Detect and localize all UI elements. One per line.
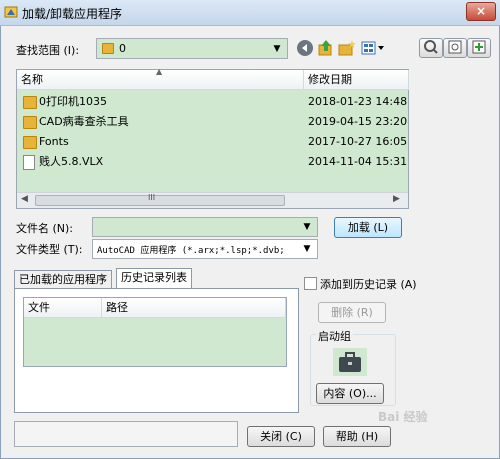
search-icon[interactable] — [443, 38, 467, 58]
folder-icon — [23, 136, 37, 149]
app-icon — [4, 5, 18, 19]
new-folder-icon[interactable] — [338, 39, 356, 57]
history-panel: 文件 路径 — [14, 288, 299, 413]
back-icon[interactable] — [296, 39, 314, 57]
filetype-label: 文件类型 (T): — [16, 243, 83, 256]
file-name: Fonts — [39, 135, 69, 148]
close-button[interactable]: 关闭 (C) — [247, 426, 315, 447]
list-item[interactable]: 0打印机1035 2018-01-23 14:48 — [17, 92, 408, 112]
file-date: 2019-04-15 23:20 — [308, 115, 408, 128]
tab-loaded-apps[interactable]: 已加载的应用程序 — [14, 270, 112, 289]
contents-button[interactable]: 内容 (O)... — [316, 383, 384, 404]
watermark: Bai 经验 — [378, 410, 428, 424]
chevron-down-icon[interactable]: ▼ — [269, 41, 285, 57]
scroll-grip: III — [148, 193, 156, 202]
history-list[interactable]: 文件 路径 — [23, 297, 287, 367]
chevron-down-icon[interactable]: ▼ — [299, 219, 315, 235]
column-header-path[interactable]: 路径 — [102, 298, 286, 318]
list-item[interactable]: Fonts 2017-10-27 16:05 — [17, 132, 408, 152]
startup-group-label: 启动组 — [316, 328, 353, 344]
load-button[interactable]: 加载 (L) — [334, 217, 402, 238]
tab-strip: 已加载的应用程序 历史记录列表 — [14, 268, 214, 290]
column-header-date[interactable]: 修改日期 — [304, 70, 409, 90]
file-name: CAD病毒查杀工具 — [39, 115, 129, 128]
briefcase-icon[interactable] — [333, 348, 367, 376]
list-item[interactable]: 贱人5.8.VLX 2014-11-04 15:31 — [17, 152, 408, 172]
folder-icon — [102, 43, 114, 54]
up-folder-icon[interactable] — [317, 39, 335, 57]
close-window-button[interactable]: × — [466, 2, 496, 21]
find-icon[interactable] — [419, 38, 443, 58]
file-name: 0打印机1035 — [39, 95, 107, 108]
lookin-combo[interactable]: 0 ▼ — [96, 38, 288, 59]
filename-label: 文件名 (N): — [16, 222, 74, 235]
file-name: 贱人5.8.VLX — [39, 155, 104, 168]
add-icon[interactable] — [467, 38, 491, 58]
sort-arrow-icon: ▲ — [156, 67, 163, 76]
status-box — [14, 421, 238, 447]
chevron-down-icon[interactable]: ▼ — [299, 241, 315, 257]
file-date: 2014-11-04 15:31 — [308, 155, 408, 168]
filetype-select[interactable]: AutoCAD 应用程序 (*.arx;*.lsp;*.dvb; ▼ — [92, 239, 318, 259]
folder-icon — [23, 116, 37, 129]
filetype-value: AutoCAD 应用程序 (*.arx;*.lsp;*.dvb; — [97, 246, 285, 256]
file-icon — [23, 155, 35, 170]
file-date: 2017-10-27 16:05 — [308, 135, 408, 148]
filename-input[interactable]: ▼ — [92, 217, 318, 237]
folder-icon — [23, 96, 37, 109]
scroll-left-icon[interactable]: ◀ — [21, 194, 28, 204]
lookin-label: 查找范围 (I): — [16, 44, 80, 57]
scroll-thumb[interactable]: III — [35, 193, 285, 206]
list-item[interactable]: CAD病毒查杀工具 2019-04-15 23:20 — [17, 112, 408, 132]
scroll-right-icon[interactable]: ▶ — [393, 194, 400, 204]
add-history-checkbox[interactable] — [304, 277, 317, 290]
file-list[interactable]: 名称 ▲ 修改日期 0打印机1035 2018-01-23 14:48 CAD病… — [16, 67, 409, 209]
views-icon[interactable] — [360, 39, 386, 57]
file-date: 2018-01-23 14:48 — [308, 95, 408, 108]
column-header-file[interactable]: 文件 — [24, 298, 102, 318]
help-button[interactable]: 帮助 (H) — [323, 426, 391, 447]
unload-button[interactable]: 删除 (R) — [318, 302, 386, 323]
lookin-value: 0 — [119, 42, 126, 55]
tab-history-list[interactable]: 历史记录列表 — [116, 268, 192, 289]
horizontal-scrollbar[interactable]: ◀ III ▶ — [17, 192, 408, 208]
add-history-label[interactable]: 添加到历史记录 (A) — [320, 276, 417, 292]
window-title: 加载/卸载应用程序 — [22, 7, 123, 21]
